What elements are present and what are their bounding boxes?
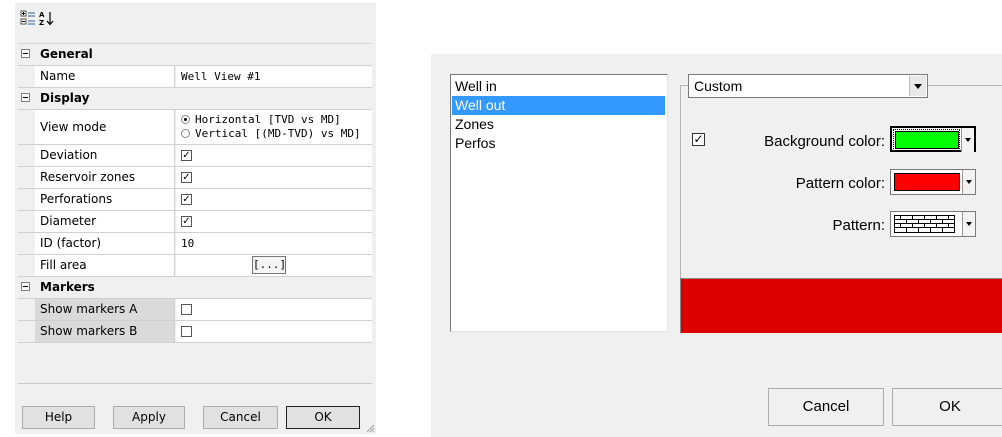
property-label: ID (factor)	[35, 233, 175, 254]
view-mode-horizontal[interactable]: Horizontal [TVD vs MD]	[181, 113, 372, 127]
property-label: Diameter	[35, 211, 175, 232]
property-label: View mode	[35, 110, 175, 144]
row-show-markers-b[interactable]: Show markers B	[18, 321, 372, 343]
brick-pattern-icon	[894, 215, 955, 233]
row-view-mode: View mode Horizontal [TVD vs MD] Vertica…	[18, 110, 372, 145]
divider	[18, 383, 372, 384]
diameter-checkbox[interactable]: ✓	[181, 216, 192, 227]
categorized-view-icon[interactable]	[20, 10, 36, 26]
show-markers-a-checkbox[interactable]	[181, 304, 192, 315]
list-item[interactable]: Perfos	[452, 134, 665, 153]
row-perforations[interactable]: Perforations ✓	[18, 189, 372, 211]
deviation-checkbox[interactable]: ✓	[181, 150, 192, 161]
background-color-swatch	[895, 131, 959, 149]
element-list[interactable]: Well in Well out Zones Perfos	[450, 74, 668, 332]
property-label: Show markers A	[35, 299, 175, 320]
property-label: Show markers B	[35, 321, 175, 342]
name-value-field[interactable]: Well View #1	[176, 66, 372, 87]
row-show-markers-a[interactable]: Show markers A	[18, 299, 372, 321]
property-grid-toolbar: A Z	[15, 3, 376, 40]
radio-label: Horizontal [TVD vs MD]	[195, 113, 341, 126]
property-label: Name	[35, 66, 175, 87]
show-markers-b-checkbox[interactable]	[181, 326, 192, 337]
pattern-picker[interactable]	[890, 211, 976, 237]
perforations-checkbox[interactable]: ✓	[181, 194, 192, 205]
pattern-preview-offset-layer	[681, 279, 1002, 333]
category-markers[interactable]: Markers	[18, 277, 372, 299]
row-reservoir-zones[interactable]: Reservoir zones ✓	[18, 167, 372, 189]
property-label: Fill area	[35, 255, 175, 276]
view-mode-options: Horizontal [TVD vs MD] Vertical [(MD-TVD…	[176, 110, 372, 144]
view-mode-vertical[interactable]: Vertical [(MD-TVD) vs MD]	[181, 127, 372, 141]
pattern-preview	[680, 278, 1002, 333]
radio-label: Vertical [(MD-TVD) vs MD]	[195, 127, 361, 140]
fill-area-browse-button[interactable]: [...]	[252, 256, 286, 274]
chevron-down-icon[interactable]	[961, 128, 974, 152]
cancel-button[interactable]: Cancel	[768, 388, 884, 426]
apply-button[interactable]: Apply	[113, 406, 185, 429]
list-item-selected[interactable]: Well out	[452, 96, 665, 115]
reservoir-zones-checkbox[interactable]: ✓	[181, 172, 192, 183]
background-color-picker[interactable]	[890, 126, 976, 152]
style-dialog: Well in Well out Zones Perfos Custom ✓ B…	[431, 54, 1002, 437]
list-item[interactable]: Zones	[452, 115, 665, 134]
radio-button[interactable]	[181, 129, 190, 138]
svg-text:A: A	[39, 11, 45, 19]
property-label: Deviation	[35, 145, 175, 166]
row-diameter[interactable]: Diameter ✓	[18, 211, 372, 233]
property-grid: General Name Well View #1 Display View m…	[18, 43, 372, 352]
chevron-down-icon[interactable]	[909, 76, 926, 96]
ok-button[interactable]: OK	[286, 406, 360, 429]
property-grid-dialog: A Z General Name Well View #1 Display Vi…	[15, 3, 376, 434]
category-label: Display	[35, 88, 372, 109]
help-button[interactable]: Help	[22, 406, 95, 429]
collapse-icon[interactable]	[21, 93, 30, 102]
list-item[interactable]: Well in	[452, 77, 665, 96]
property-label: Perforations	[35, 189, 175, 210]
chevron-down-icon[interactable]	[962, 212, 975, 236]
background-enable-checkbox[interactable]: ✓	[692, 133, 705, 146]
ok-button[interactable]: OK	[892, 388, 1002, 426]
resize-grip-icon[interactable]	[366, 424, 375, 433]
pattern-label: Pattern:	[832, 217, 885, 234]
dropdown-value: Custom	[694, 78, 743, 94]
collapse-icon[interactable]	[21, 282, 30, 291]
id-factor-value-field[interactable]: 10	[176, 233, 372, 254]
pattern-color-label: Pattern color:	[795, 175, 885, 192]
row-deviation[interactable]: Deviation ✓	[18, 145, 372, 167]
pattern-color-swatch	[894, 173, 960, 191]
category-display[interactable]: Display	[18, 88, 372, 110]
cancel-button[interactable]: Cancel	[203, 406, 278, 429]
style-preset-dropdown[interactable]: Custom	[688, 74, 928, 98]
sort-alphabetical-icon[interactable]: A Z	[38, 10, 54, 26]
svg-text:Z: Z	[39, 19, 44, 26]
row-name[interactable]: Name Well View #1	[18, 66, 372, 88]
chevron-down-icon[interactable]	[962, 170, 975, 194]
background-color-label: Background color:	[764, 133, 885, 150]
category-label: Markers	[35, 277, 372, 298]
category-general[interactable]: General	[18, 44, 372, 66]
row-fill-area: Fill area [...]	[18, 255, 372, 277]
radio-button-selected[interactable]	[181, 115, 190, 124]
category-label: General	[35, 44, 372, 65]
collapse-icon[interactable]	[21, 49, 30, 58]
pattern-color-picker[interactable]	[890, 169, 976, 195]
row-id-factor[interactable]: ID (factor) 10	[18, 233, 372, 255]
property-label: Reservoir zones	[35, 167, 175, 188]
